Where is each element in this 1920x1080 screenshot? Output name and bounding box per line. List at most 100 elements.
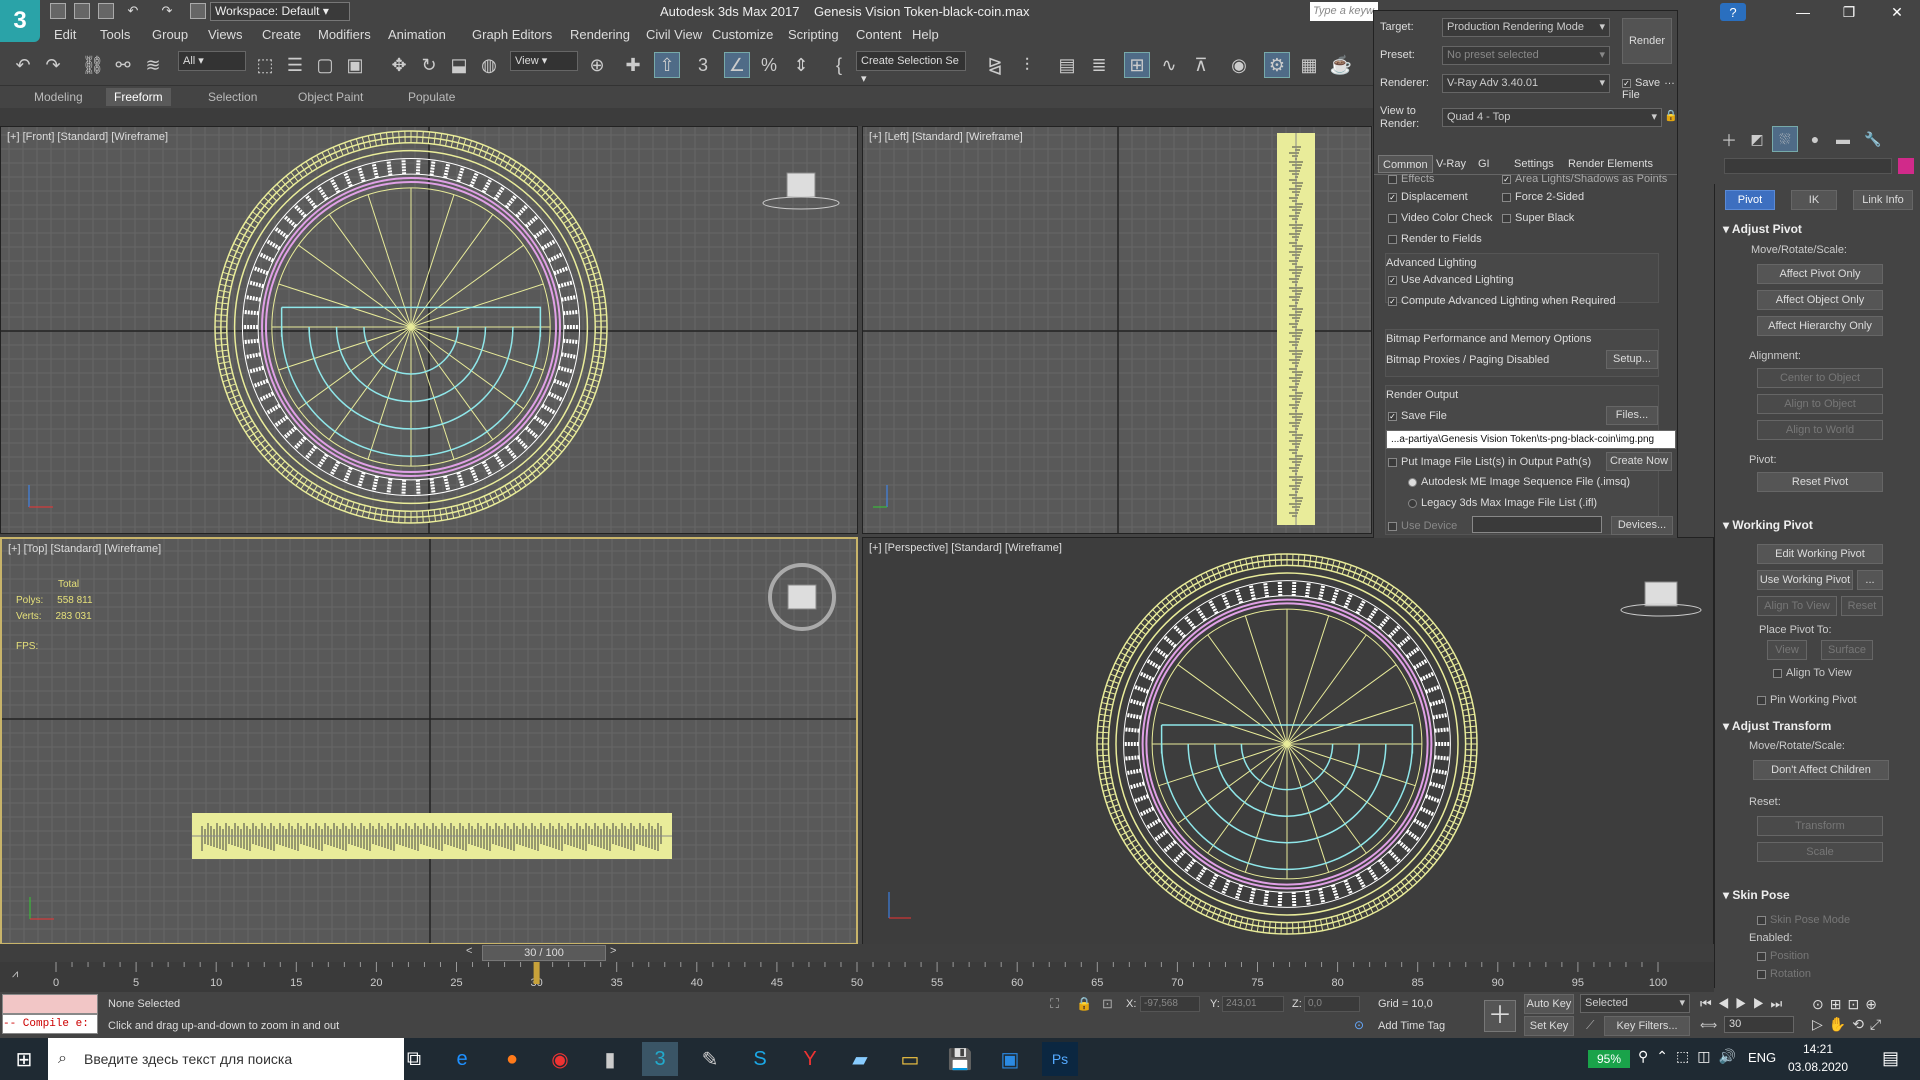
angle-snap-icon[interactable]: ∠ — [724, 52, 750, 78]
render-to-fields-checkbox[interactable]: Render to Fields — [1388, 233, 1482, 245]
place-icon[interactable]: ◍ — [476, 52, 502, 78]
force-2sided-checkbox[interactable]: Force 2-Sided — [1502, 191, 1584, 203]
viewport-front[interactable]: [+] [Front] [Standard] [Wireframe] — [0, 126, 858, 534]
selection-lock-icon[interactable]: 🔒 — [1076, 996, 1092, 1012]
percent-snap-icon[interactable]: % — [756, 52, 782, 78]
reset-pivot-button[interactable]: Reset Pivot — [1757, 472, 1883, 492]
redo-icon[interactable]: ↷ — [40, 52, 66, 78]
render-tab-render-elements[interactable]: Render Elements — [1564, 155, 1657, 173]
project-folder-icon[interactable] — [190, 3, 206, 19]
pivot-center-icon[interactable]: ⊕ — [584, 52, 610, 78]
device-field[interactable] — [1472, 516, 1602, 533]
photos-icon[interactable]: ▣ — [992, 1042, 1028, 1076]
menu-content[interactable]: Content — [856, 27, 902, 42]
current-frame-marker[interactable] — [533, 962, 540, 984]
save-file-checkbox[interactable]: ✓ Save File — [1388, 410, 1447, 422]
set-keys-icon[interactable]: ＋ — [1484, 1000, 1516, 1032]
put-image-list-checkbox[interactable]: Put Image File List(s) in Output Path(s) — [1388, 456, 1591, 468]
object-name-field[interactable] — [1724, 158, 1892, 174]
viewport-label[interactable]: [+] [Top] [Standard] [Wireframe] — [8, 543, 161, 555]
rotate-icon[interactable]: ↻ — [416, 52, 442, 78]
preset-dropdown[interactable]: No preset selected ▾ — [1442, 46, 1610, 65]
isolate-icon[interactable]: ⛶ — [1050, 996, 1059, 1012]
ribbon-tab-modeling[interactable]: Modeling — [26, 88, 91, 106]
nav-zoom-controls[interactable]: ⊙⊞⊡⊕ — [1812, 996, 1883, 1013]
place-view-button[interactable]: View — [1767, 640, 1807, 660]
edit-working-pivot-button[interactable]: Edit Working Pivot — [1757, 544, 1883, 564]
save-disk-icon[interactable]: 💾 — [942, 1042, 978, 1076]
utilities-panel-icon[interactable]: 🔧 — [1860, 126, 1886, 152]
position-checkbox[interactable]: Position — [1757, 950, 1809, 962]
select-by-name-icon[interactable]: ☰ — [282, 52, 308, 78]
next-frame-arrow[interactable]: > — [610, 945, 616, 957]
effects-checkbox[interactable]: Effects — [1388, 173, 1434, 185]
schematic-view-icon[interactable]: ⊼ — [1188, 52, 1214, 78]
displacement-checkbox[interactable]: ✓ Displacement — [1388, 191, 1468, 203]
render-tab-settings[interactable]: Settings — [1510, 155, 1558, 173]
devices-button[interactable]: Devices... — [1611, 516, 1673, 535]
open-file-icon[interactable] — [74, 3, 90, 19]
redo-icon[interactable]: ↷ — [156, 3, 178, 19]
viewport-label[interactable]: [+] [Front] [Standard] [Wireframe] — [7, 131, 168, 143]
align-to-view-button[interactable]: Align To View — [1757, 596, 1837, 616]
select-object-icon[interactable]: ⬚ — [252, 52, 278, 78]
menu-edit[interactable]: Edit — [54, 27, 76, 42]
edge-icon[interactable]: e — [444, 1042, 480, 1076]
pivot-tab[interactable]: Pivot — [1725, 190, 1775, 210]
viewport-label[interactable]: [+] [Perspective] [Standard] [Wireframe] — [869, 542, 1062, 554]
rotation-checkbox[interactable]: Rotation — [1757, 968, 1811, 980]
bind-spacewarp-icon[interactable]: ≋ — [140, 52, 166, 78]
close-icon[interactable]: ✕ — [1874, 0, 1920, 24]
target-dropdown[interactable]: Production Rendering Mode ▾ — [1442, 18, 1610, 37]
menu-create[interactable]: Create — [262, 27, 301, 42]
absolute-mode-icon[interactable]: ⊡ — [1102, 996, 1113, 1012]
output-path-field[interactable]: ...a-partiya\Genesis Vision Token\ts-png… — [1386, 430, 1676, 449]
clock-time[interactable]: 14:21 — [1788, 1042, 1848, 1056]
track-bar[interactable]: ⩘ 05101520253035404550556065707580859095… — [0, 962, 1714, 992]
ribbon-tab-selection[interactable]: Selection — [200, 88, 265, 106]
key-filter-icon[interactable]: ⟋ — [1586, 1018, 1594, 1033]
render-setup-icon[interactable]: ⚙ — [1264, 52, 1290, 78]
ribbon-tab-object-paint[interactable]: Object Paint — [290, 88, 371, 106]
undo-icon[interactable]: ↶ — [10, 52, 36, 78]
layer-explorer-icon[interactable]: ▤ — [1054, 52, 1080, 78]
menu-scripting[interactable]: Scripting — [788, 27, 839, 42]
menu-customize[interactable]: Customize — [712, 27, 773, 42]
y-coordinate-field[interactable]: 243,01 — [1222, 996, 1284, 1012]
3dsmax-taskbar-icon[interactable]: 3 — [642, 1042, 678, 1076]
files-button[interactable]: Files... — [1606, 406, 1658, 425]
menu-group[interactable]: Group — [152, 27, 188, 42]
affect-hierarchy-only-button[interactable]: Affect Hierarchy Only — [1757, 316, 1883, 336]
affect-object-only-button[interactable]: Affect Object Only — [1757, 290, 1883, 310]
window-crossing-icon[interactable]: ▣ — [342, 52, 368, 78]
use-working-pivot-button[interactable]: Use Working Pivot — [1757, 570, 1853, 590]
minimize-icon[interactable]: — — [1780, 0, 1826, 24]
windows-start-icon[interactable]: ⊞ — [6, 1042, 42, 1076]
render-setup-dialog[interactable]: Target: Production Rendering Mode ▾ Prese… — [1373, 10, 1678, 538]
key-mode-dropdown[interactable]: Selected ▾ — [1580, 994, 1690, 1013]
search-input[interactable]: Type a keyw — [1310, 2, 1378, 21]
photoshop-icon[interactable]: Ps — [1042, 1042, 1078, 1076]
skype-icon[interactable]: S — [742, 1042, 778, 1076]
material-editor-icon[interactable]: ◉ — [1226, 52, 1252, 78]
center-to-object-button[interactable]: Center to Object — [1757, 368, 1883, 388]
lock-icon[interactable]: 🔒 — [1664, 109, 1678, 122]
edit-named-sets-icon[interactable]: { — [826, 52, 852, 78]
adjust-transform-rollout[interactable]: ▾ Adjust Transform — [1723, 719, 1831, 733]
select-manipulate-icon[interactable]: ✚ — [620, 52, 646, 78]
motion-panel-icon[interactable]: ● — [1802, 126, 1828, 152]
time-slider[interactable]: < 30 / 100 > — [0, 944, 1714, 962]
scene-explorer-icon[interactable]: ⊞ — [1124, 52, 1150, 78]
battery-indicator[interactable]: 95% — [1588, 1050, 1630, 1068]
dont-affect-children-button[interactable]: Don't Affect Children — [1753, 760, 1889, 780]
chrome-icon[interactable]: ◉ — [542, 1042, 578, 1076]
add-time-tag[interactable]: Add Time Tag — [1378, 1020, 1445, 1032]
link-icon[interactable]: ⛓ — [80, 52, 106, 78]
viewport-top[interactable]: [+] [Top] [Standard] [Wireframe] Total P… — [0, 537, 858, 945]
menu-civil-view[interactable]: Civil View — [646, 27, 702, 42]
taskbar-search-input[interactable]: ⌕ Введите здесь текст для поиска — [48, 1038, 404, 1080]
legacy-ifl-radio[interactable]: Legacy 3ds Max Image File List (.ifl) — [1408, 497, 1597, 509]
spinner-snap-icon[interactable]: ⇕ — [788, 52, 814, 78]
hierarchy-panel-icon[interactable]: ⛆ — [1772, 126, 1798, 152]
scale-icon[interactable]: ⬓ — [446, 52, 472, 78]
